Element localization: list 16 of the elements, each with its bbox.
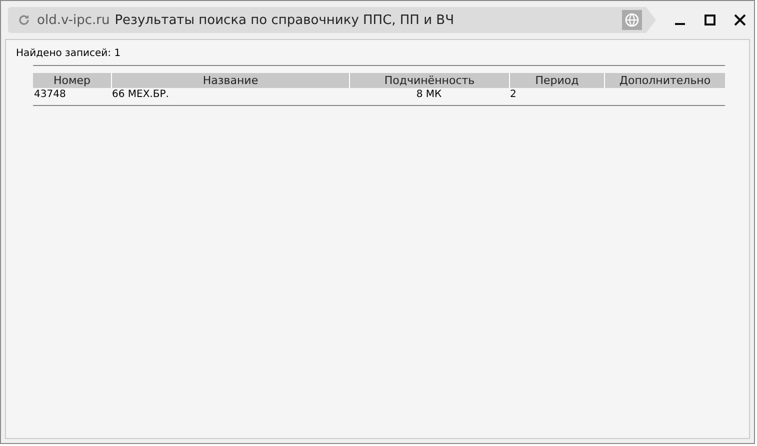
close-icon[interactable] bbox=[734, 14, 746, 26]
table-cell: 8 МК bbox=[416, 89, 442, 100]
reload-icon[interactable] bbox=[18, 14, 30, 26]
column-header: Номер bbox=[52, 73, 92, 88]
maximize-icon[interactable] bbox=[704, 14, 716, 26]
column-header: Дополнительно bbox=[604, 73, 725, 88]
table-cell: 2 bbox=[510, 89, 516, 100]
table-cell: 43748 bbox=[34, 89, 66, 100]
column-header: Период bbox=[509, 73, 604, 88]
address-bar[interactable]: old.v-ipc.ru Результаты поиска по справочнику ППС, ПП и ВЧ bbox=[8, 7, 656, 33]
table-cell: 66 МЕХ.БР. bbox=[112, 89, 169, 100]
window-title: Результаты поиска по справочнику ППС, ПП и ВЧ bbox=[114, 12, 454, 28]
records-count: Найдено записей: 1 bbox=[16, 48, 122, 59]
site-domain: old.v-ipc.ru bbox=[37, 12, 110, 28]
column-header: Название bbox=[111, 73, 349, 88]
column-header: Подчинённость bbox=[349, 73, 509, 88]
